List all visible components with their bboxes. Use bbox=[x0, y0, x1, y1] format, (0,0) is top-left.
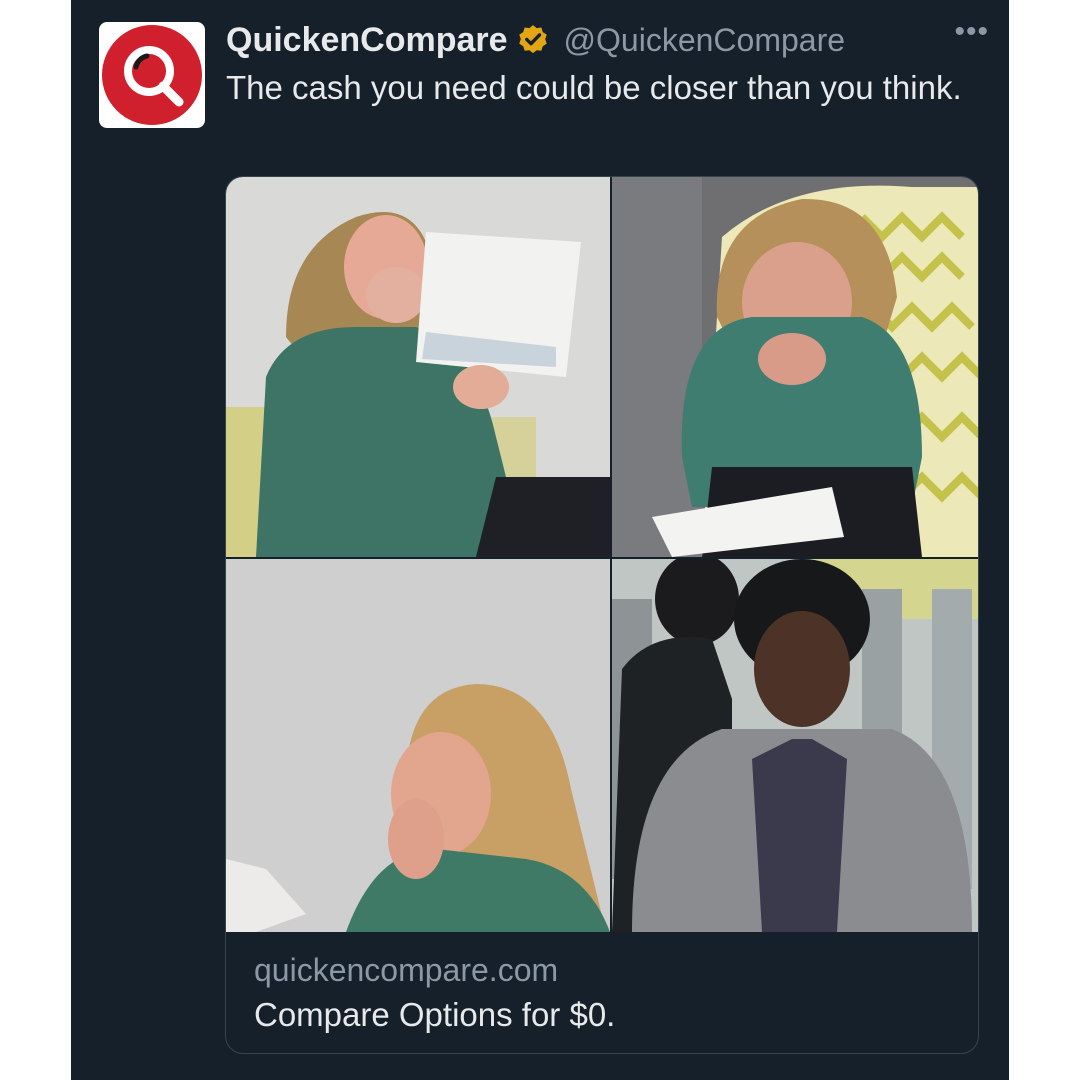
tweet-text: The cash you need could be closer than y… bbox=[226, 69, 962, 106]
photo-4[interactable] bbox=[612, 559, 978, 932]
verified-badge-icon bbox=[518, 25, 547, 54]
link-card[interactable]: quickencompare.com Compare Options for $… bbox=[225, 176, 979, 1054]
photo-2-image bbox=[612, 177, 978, 557]
avatar[interactable] bbox=[99, 22, 205, 128]
photo-3-image bbox=[226, 559, 610, 932]
card-domain[interactable]: quickencompare.com bbox=[254, 949, 950, 991]
photo-2[interactable] bbox=[612, 177, 978, 557]
photo-1[interactable] bbox=[226, 177, 610, 557]
photo-3[interactable] bbox=[226, 559, 610, 932]
magnifier-logo-icon bbox=[124, 46, 184, 107]
tweet-header: QuickenCompare @QuickenCompare ••• bbox=[226, 17, 989, 62]
photo-4-image bbox=[612, 559, 978, 932]
photo-grid bbox=[226, 177, 978, 932]
more-horizontal-icon[interactable]: ••• bbox=[954, 17, 989, 47]
display-name[interactable]: QuickenCompare bbox=[226, 21, 508, 60]
card-footer[interactable]: quickencompare.com Compare Options for $… bbox=[254, 949, 950, 1037]
user-handle[interactable]: @QuickenCompare bbox=[564, 22, 845, 59]
card-title[interactable]: Compare Options for $0. bbox=[254, 993, 950, 1037]
tweet[interactable]: QuickenCompare @QuickenCompare ••• The c… bbox=[71, 0, 1009, 1080]
photo-1-image bbox=[226, 177, 610, 557]
